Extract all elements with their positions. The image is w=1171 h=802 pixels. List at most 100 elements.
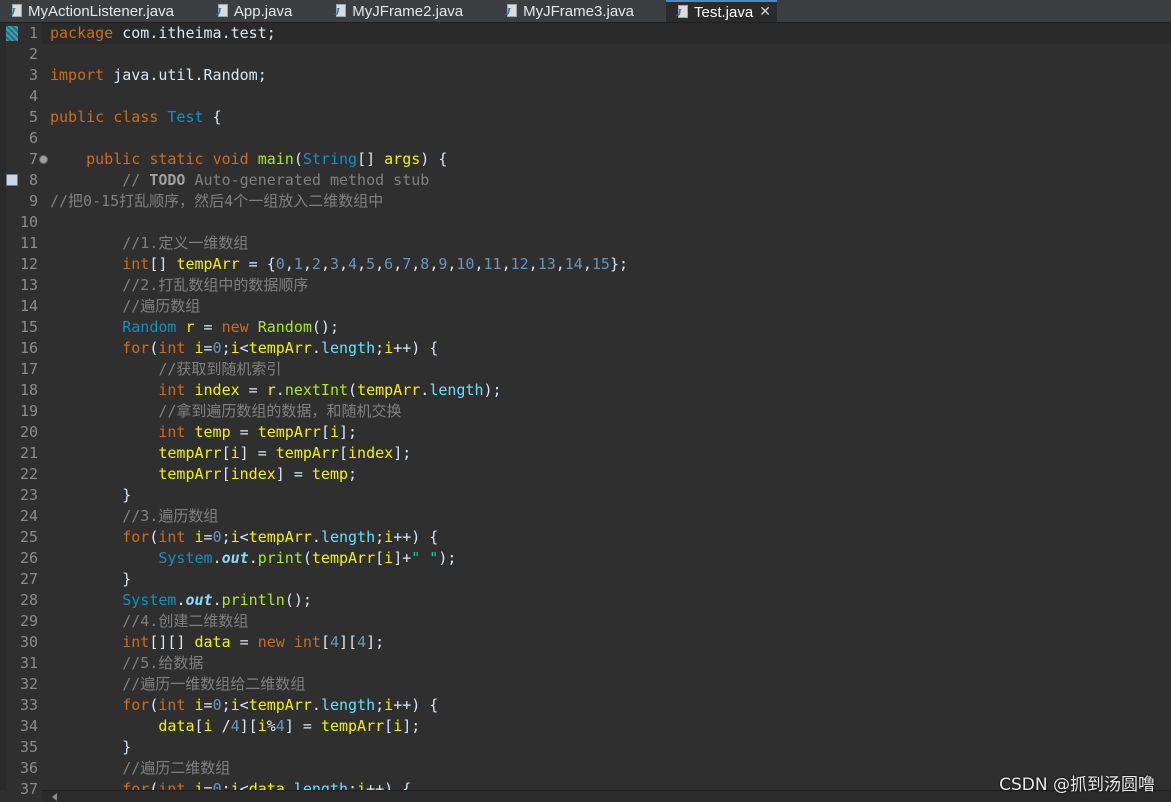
line-number: 21 <box>19 444 38 462</box>
code-line: data[i /4][i%4] = tempArr[i]; <box>50 716 420 737</box>
code-token: % <box>266 717 276 735</box>
code-line: } <box>50 485 131 506</box>
code-token: System <box>122 591 177 609</box>
code-token: , <box>411 255 421 273</box>
code-token: int <box>158 381 186 399</box>
code-token: temp <box>311 465 349 483</box>
tab-myjframe3[interactable]: J MyJFrame3.java <box>495 0 666 22</box>
code-token: ; <box>375 339 385 357</box>
code-line: for(int i=0;i<tempArr.length;i++) { <box>50 527 438 548</box>
code-token: for <box>122 339 150 357</box>
code-token: 7 <box>402 255 412 273</box>
code-token: r <box>266 381 276 399</box>
code-line: tempArr[i] = tempArr[index]; <box>50 443 411 464</box>
line-number: 5 <box>28 108 38 126</box>
code-line: int index = r.nextInt(tempArr.length); <box>50 380 501 401</box>
code-token: i <box>230 528 240 546</box>
line-number: 28 <box>19 591 38 609</box>
code-editor[interactable]: 1 package com.itheima.test; 2 3 import java.… <box>0 23 1171 798</box>
line-number: 24 <box>19 507 38 525</box>
java-file-icon: J <box>10 4 24 18</box>
java-file-icon: J <box>676 5 690 19</box>
code-token: = <box>194 318 222 336</box>
scroll-left-icon[interactable] <box>52 793 57 801</box>
code-line: System.out.println(); <box>50 590 312 611</box>
code-token: ( <box>293 150 303 168</box>
code-token: int <box>158 528 186 546</box>
code-token: static <box>149 150 204 168</box>
tab-test-active[interactable]: J Test.java ✕ <box>666 0 777 22</box>
code-token: i <box>230 444 240 462</box>
code-token: ] = <box>275 465 312 483</box>
java-file-icon: J <box>505 4 519 18</box>
code-token: [ <box>375 549 385 567</box>
code-token: //把0-15打乱顺序，然后4个一组放入二维数组中 <box>50 192 384 210</box>
code-token: " " <box>411 549 439 567</box>
task-marker-icon[interactable] <box>6 174 18 186</box>
code-token: Test <box>167 108 204 126</box>
code-token: Random <box>257 318 312 336</box>
tab-myactionlistener[interactable]: J MyActionListener.java <box>0 0 206 22</box>
close-icon[interactable]: ✕ <box>759 4 771 20</box>
code-token: ] = <box>284 717 321 735</box>
code-token: TODO <box>149 171 186 189</box>
code-token: i <box>194 528 204 546</box>
line-number: 15 <box>19 318 38 336</box>
code-token: tempArr <box>275 444 339 462</box>
java-file-icon: J <box>334 4 348 18</box>
code-token: , <box>284 255 294 273</box>
code-token: 11 <box>483 255 502 273</box>
code-token: }; <box>609 255 628 273</box>
code-token: [][] <box>149 633 195 651</box>
line-number: 36 <box>19 759 38 777</box>
code-token: //遍历数组 <box>122 297 201 315</box>
code-token: i <box>384 528 394 546</box>
code-line: int temp = tempArr[i]; <box>50 422 357 443</box>
code-token: , <box>528 255 538 273</box>
tab-label: MyJFrame3.java <box>523 2 634 20</box>
code-token: public <box>86 150 141 168</box>
code-line: //2.打乱数组中的数据顺序 <box>50 275 308 296</box>
tab-app[interactable]: J App.java <box>206 0 324 22</box>
code-token: ; <box>375 528 385 546</box>
code-token: (); <box>284 591 312 609</box>
code-token: java.util.Random; <box>104 66 267 84</box>
code-token: tempArr <box>357 381 421 399</box>
line-number: 11 <box>19 234 38 252</box>
line-number: 2 <box>28 45 38 63</box>
code-token: 14 <box>564 255 583 273</box>
tab-myjframe2[interactable]: J MyJFrame2.java <box>324 0 495 22</box>
code-token: 4 <box>348 255 358 273</box>
code-token: tempArr <box>176 255 240 273</box>
code-token: 4 <box>357 633 367 651</box>
code-token: ) { <box>420 150 448 168</box>
code-token: i <box>384 339 394 357</box>
code-token: 4 <box>275 717 285 735</box>
fold-toggle-icon[interactable] <box>39 155 48 164</box>
code-token: com.itheima.test; <box>113 24 276 42</box>
code-line: } <box>50 569 131 590</box>
code-token: tempArr <box>311 549 376 567</box>
tab-label: MyJFrame2.java <box>352 2 464 20</box>
code-token: 0 <box>275 255 285 273</box>
code-token: ); <box>438 549 457 567</box>
code-token: void <box>212 150 249 168</box>
code-token: int <box>158 696 186 714</box>
code-line: for(int i=0;i<tempArr.length;i++) { <box>50 695 438 716</box>
code-line: //把0-15打乱顺序，然后4个一组放入二维数组中 <box>50 191 383 212</box>
code-token: } <box>50 570 132 588</box>
code-token: [] <box>357 150 385 168</box>
code-line: for(int i=0;i<tempArr.length;i++) { <box>50 338 438 359</box>
